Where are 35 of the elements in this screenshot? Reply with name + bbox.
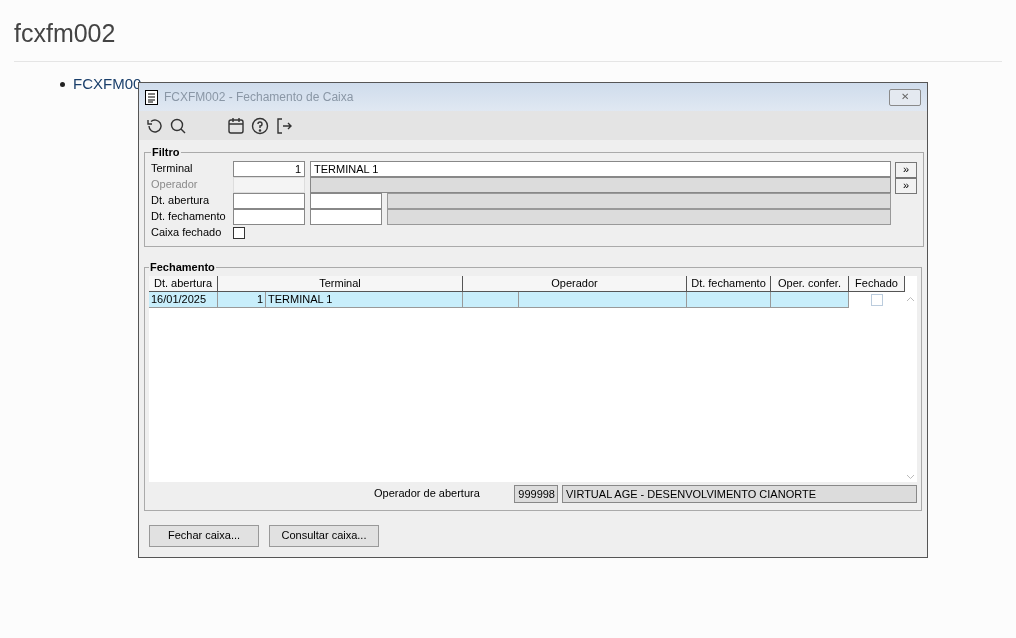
field-label: Terminal [151,161,194,177]
help-icon[interactable] [251,116,269,135]
search-icon[interactable] [169,116,187,135]
close-button[interactable]: ✕ [889,88,921,106]
undo-icon[interactable] [145,116,163,135]
column-header[interactable]: Terminal [218,275,463,292]
column-header[interactable]: Dt. fechamento [687,275,771,292]
scroll-up-icon[interactable] [905,295,915,302]
column-header[interactable]: Dt. abertura [149,275,218,292]
exit-icon[interactable] [275,116,293,135]
list-item-link[interactable]: FCXFM00 [73,73,142,96]
checkbox[interactable] [233,226,245,239]
document-icon [145,89,158,105]
action-button[interactable]: Consultar caixa... [269,524,379,547]
window-title: FCXFM002 - Fechamento de Caixa [164,89,355,106]
bullet-icon [60,81,65,87]
code-field[interactable]: 999998 [514,484,558,503]
field-label: Dt. fechamento [151,209,227,225]
field-label: Operador [151,177,199,193]
scroll-down-icon[interactable] [905,473,915,480]
code-field[interactable]: 1 [233,160,305,177]
group-label: Filtro [151,145,181,160]
field-label: Caixa fechado [151,225,223,241]
description-field[interactable]: VIRTUAL AGE - DESENVOLVIMENTO CIANORTE [562,484,917,503]
lookup-button[interactable]: » [895,161,917,178]
column-header[interactable]: Operador [463,275,687,292]
page-title: fcxfm002 [14,18,116,49]
group-label: Fechamento [149,260,216,275]
column-header[interactable]: Oper. confer. [771,275,849,292]
calendar-icon[interactable] [227,116,245,135]
field-label: Operador de abertura [374,486,481,502]
action-button[interactable]: Fechar caixa... [149,524,259,547]
column-header[interactable]: Fechado [849,275,905,292]
field-label: Dt. abertura [151,193,211,209]
description-field[interactable]: TERMINAL 1 [310,160,891,177]
